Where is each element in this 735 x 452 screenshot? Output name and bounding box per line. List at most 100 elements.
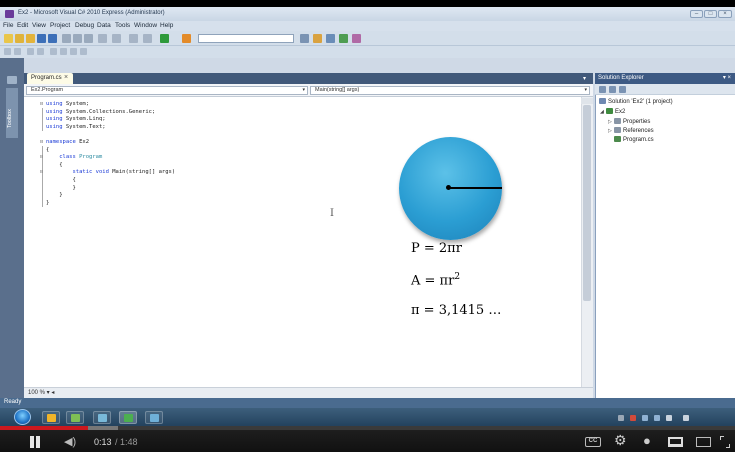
find-combo[interactable] bbox=[198, 34, 294, 43]
paste-icon[interactable] bbox=[84, 34, 93, 43]
comment-icon[interactable] bbox=[4, 48, 11, 55]
find-in-files-icon[interactable] bbox=[300, 34, 309, 43]
status-bar: Ready bbox=[0, 398, 735, 408]
tree-project[interactable]: ◢ Ex2 bbox=[600, 108, 625, 115]
next-bookmark-icon[interactable] bbox=[70, 48, 77, 55]
menu-data[interactable]: Data bbox=[97, 22, 111, 29]
settings-gear-icon[interactable]: ⚙ bbox=[614, 432, 627, 449]
menu-project[interactable]: Project bbox=[50, 22, 70, 29]
large-player-button[interactable] bbox=[696, 437, 711, 447]
tree-item-program-cs[interactable]: Program.cs bbox=[614, 136, 654, 143]
windows-start-icon[interactable] bbox=[14, 409, 31, 425]
new-file-icon[interactable] bbox=[15, 34, 24, 43]
class-dropdown-value: Ex2.Program bbox=[31, 87, 64, 93]
fullscreen-button[interactable] bbox=[720, 436, 730, 448]
tray-arrow-icon[interactable] bbox=[618, 415, 624, 421]
new-project-icon[interactable] bbox=[4, 34, 13, 43]
zoom-level[interactable]: 100 % ▾ ◂ bbox=[28, 389, 54, 396]
open-file-icon[interactable] bbox=[26, 34, 35, 43]
toolbox-pin-icon[interactable] bbox=[7, 76, 17, 84]
redo-icon[interactable] bbox=[112, 34, 121, 43]
close-tab-icon[interactable]: × bbox=[64, 74, 68, 81]
fold-toggle-icon[interactable]: ⊟ bbox=[40, 139, 46, 145]
tree-solution[interactable]: Solution 'Ex2' (1 project) bbox=[599, 98, 673, 105]
show-all-files-icon[interactable] bbox=[609, 86, 616, 93]
text-cursor-icon: I bbox=[330, 208, 334, 219]
tree-item-properties[interactable]: ▷ Properties bbox=[608, 118, 650, 125]
theater-mode-button[interactable] bbox=[668, 437, 683, 447]
toolbox-tab-label: Toolbox bbox=[7, 109, 13, 128]
taskbar-app-button[interactable] bbox=[145, 411, 163, 424]
watch-later-icon[interactable]: ● bbox=[643, 433, 651, 448]
minimize-icon[interactable]: – bbox=[690, 10, 703, 18]
fullscreen-corner-icon bbox=[726, 444, 730, 448]
save-all-icon[interactable] bbox=[48, 34, 57, 43]
tab-dropdown-icon[interactable]: ▾ bbox=[583, 75, 586, 82]
tree-item-references[interactable]: ▷ References bbox=[608, 127, 654, 134]
refresh-icon[interactable] bbox=[619, 86, 626, 93]
clear-bookmarks-icon[interactable] bbox=[80, 48, 87, 55]
code-line: { bbox=[46, 147, 49, 153]
save-icon[interactable] bbox=[37, 34, 46, 43]
tray-app-icon[interactable] bbox=[642, 415, 648, 421]
menu-help[interactable]: Help bbox=[160, 22, 173, 29]
volume-icon[interactable]: ◀) bbox=[64, 435, 76, 448]
video-frame[interactable]: Ex2 - Microsoft Visual C# 2010 Express (… bbox=[0, 7, 735, 426]
outdent-icon[interactable] bbox=[37, 48, 44, 55]
toolbox-icon[interactable] bbox=[339, 34, 348, 43]
tray-volume-icon[interactable] bbox=[666, 415, 672, 421]
area-formula-base: A = πr bbox=[411, 273, 455, 289]
properties-window-icon[interactable] bbox=[313, 34, 322, 43]
fold-toggle-icon[interactable]: ⊟ bbox=[40, 154, 46, 160]
pin-close-icon[interactable]: ▾ × bbox=[723, 74, 731, 81]
close-icon[interactable]: × bbox=[718, 10, 732, 18]
navigate-forward-icon[interactable] bbox=[143, 34, 152, 43]
taskbar-explorer-button[interactable] bbox=[66, 411, 84, 424]
horizontal-scrollbar[interactable] bbox=[24, 387, 593, 398]
indent-icon[interactable] bbox=[27, 48, 34, 55]
tray-flag-icon[interactable] bbox=[630, 415, 636, 421]
prev-bookmark-icon[interactable] bbox=[60, 48, 67, 55]
properties-icon[interactable] bbox=[599, 86, 606, 93]
tray-power-icon[interactable] bbox=[683, 415, 689, 421]
tab-program-cs[interactable]: Program.cs × bbox=[27, 73, 73, 84]
menu-view[interactable]: View bbox=[32, 22, 46, 29]
class-dropdown[interactable]: Ex2.Program ▾ bbox=[26, 86, 308, 95]
copy-icon[interactable] bbox=[73, 34, 82, 43]
taskbar-vs-button[interactable] bbox=[119, 411, 137, 424]
toolbox-tab[interactable]: Toolbox bbox=[6, 88, 18, 138]
start-debugging-icon[interactable] bbox=[160, 34, 169, 43]
code-text: System.Collections.Generic; bbox=[62, 108, 156, 115]
cut-icon[interactable] bbox=[62, 34, 71, 43]
navigate-back-icon[interactable] bbox=[129, 34, 138, 43]
taskbar-media-button[interactable] bbox=[93, 411, 111, 424]
member-dropdown[interactable]: Main(string[] args) ▾ bbox=[310, 86, 590, 95]
pause-icon bbox=[30, 436, 34, 448]
menu-tools[interactable]: Tools bbox=[115, 22, 130, 29]
editor-splitter[interactable] bbox=[581, 98, 593, 104]
captions-button[interactable]: CC bbox=[585, 437, 601, 447]
pause-button[interactable] bbox=[28, 436, 42, 448]
maximize-icon[interactable]: □ bbox=[704, 10, 717, 18]
taskbar-ie-button[interactable] bbox=[42, 411, 60, 424]
radius-line bbox=[449, 187, 502, 189]
object-browser-icon[interactable] bbox=[326, 34, 335, 43]
current-time: 0:13 bbox=[94, 437, 112, 447]
visual-studio-icon bbox=[5, 10, 14, 18]
undo-icon[interactable] bbox=[98, 34, 107, 43]
scroll-thumb[interactable] bbox=[583, 105, 591, 301]
fold-toggle-icon[interactable]: ⊟ bbox=[40, 169, 46, 175]
fold-toggle-icon[interactable]: ⊟ bbox=[40, 101, 46, 107]
extension-manager-icon[interactable] bbox=[352, 34, 361, 43]
find-icon[interactable] bbox=[182, 34, 191, 43]
menu-debug[interactable]: Debug bbox=[75, 22, 94, 29]
code-line: static void Main(string[] args) bbox=[46, 169, 176, 175]
uncomment-icon[interactable] bbox=[14, 48, 21, 55]
tray-network-icon[interactable] bbox=[654, 415, 660, 421]
menu-file[interactable]: File bbox=[3, 22, 13, 29]
menu-window[interactable]: Window bbox=[134, 22, 157, 29]
bookmark-icon[interactable] bbox=[50, 48, 57, 55]
code-editor[interactable] bbox=[24, 97, 581, 387]
menu-edit[interactable]: Edit bbox=[17, 22, 28, 29]
code-text: { bbox=[59, 161, 63, 168]
